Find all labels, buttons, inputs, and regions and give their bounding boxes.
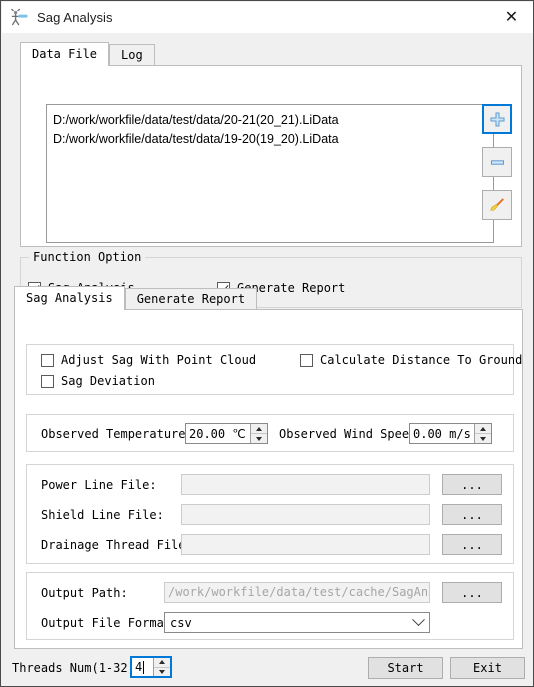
exit-button[interactable]: Exit [450, 657, 525, 679]
output-file-format-label: Output File Format: [41, 616, 179, 630]
threads-num-label: Threads Num(1-32): [12, 661, 143, 675]
spinner-down-button[interactable] [251, 434, 267, 443]
spinner-buttons[interactable] [474, 424, 491, 443]
observed-temperature-spinner[interactable]: 20.00 ℃ [185, 423, 268, 444]
output-file-format-value: csv [170, 615, 192, 630]
shield-line-file-input[interactable] [181, 504, 430, 525]
line-files-group: Power Line File: ... Shield Line File: .… [26, 464, 514, 564]
sag-analysis-window: Sag Analysis ✕ Data File Log D:/work/wor… [0, 0, 534, 687]
caret-down-icon [256, 436, 262, 441]
window-title: Sag Analysis [37, 10, 113, 25]
close-button[interactable]: ✕ [489, 2, 533, 33]
observed-temperature-value: 20.00 ℃ [189, 426, 246, 441]
output-path-input[interactable]: /work/workfile/data/test/cache/SagAnalys… [164, 582, 430, 603]
checkbox-box [41, 353, 54, 367]
tab-sag-analysis[interactable]: Sag Analysis [14, 286, 125, 310]
checkbox-sag-deviation[interactable]: Sag Deviation [41, 374, 155, 388]
title-bar: Sag Analysis ✕ [2, 2, 533, 33]
tab-log[interactable]: Log [109, 44, 155, 66]
caret-down-icon [480, 436, 486, 441]
checkbox-box [300, 353, 313, 367]
data-file-panel: D:/work/workfile/data/test/data/20-21(20… [20, 65, 522, 247]
caret-up-icon [159, 660, 165, 665]
output-group: Output Path: /work/workfile/data/test/ca… [26, 572, 514, 640]
drainage-thread-file-browse-button[interactable]: ... [442, 534, 502, 555]
spinner-buttons[interactable] [250, 424, 267, 443]
checkbox-calculate-distance-to-ground[interactable]: Calculate Distance To Ground [300, 353, 522, 367]
add-file-button[interactable] [482, 104, 512, 134]
spinner-up-button[interactable] [251, 424, 267, 434]
threads-num-value: 4 [135, 660, 143, 674]
checkbox-box [41, 374, 54, 388]
caret-down-icon [159, 669, 165, 674]
power-line-file-label: Power Line File: [41, 478, 157, 492]
sag-analysis-app-icon [9, 8, 29, 28]
outer-tabbar: Data File Log [20, 42, 155, 66]
chevron-down-icon [407, 613, 429, 627]
checkbox-label: Adjust Sag With Point Cloud [61, 353, 257, 367]
threads-num-spinner[interactable]: 4 [130, 656, 172, 678]
checkbox-label: Sag Deviation [61, 374, 155, 388]
power-line-file-input[interactable] [181, 474, 430, 495]
drainage-thread-file-input[interactable] [181, 534, 430, 555]
threads-num-input[interactable]: 4 [132, 658, 153, 676]
inner-tabbar: Sag Analysis Generate Report [14, 286, 258, 310]
start-button[interactable]: Start [368, 657, 443, 679]
observed-wind-speed-value: 0.00 m/s [413, 426, 471, 441]
observed-temperature-label: Observed Temperature: [41, 427, 193, 441]
plus-icon [490, 112, 504, 126]
tab-data-file[interactable]: Data File [20, 42, 110, 66]
brush-icon [489, 198, 504, 212]
analysis-options-group: Adjust Sag With Point Cloud Calculate Di… [26, 344, 522, 395]
observed-wind-speed-spinner[interactable]: 0.00 m/s [409, 423, 492, 444]
checkbox-adjust-sag-with-point-cloud[interactable]: Adjust Sag With Point Cloud [41, 353, 256, 367]
caret-up-icon [256, 426, 262, 431]
observed-wind-speed-label: Observed Wind Speed: [279, 427, 424, 441]
shield-line-file-browse-button[interactable]: ... [442, 504, 502, 525]
spinner-down-button[interactable] [154, 668, 170, 677]
tab-generate-report[interactable]: Generate Report [124, 288, 258, 310]
shield-line-file-label: Shield Line File: [41, 508, 164, 522]
function-option-title: Function Option [29, 250, 146, 264]
close-icon: ✕ [504, 8, 519, 26]
caret-up-icon [480, 426, 486, 431]
list-item[interactable]: D:/work/workfile/data/test/data/20-21(20… [53, 111, 493, 130]
list-item[interactable]: D:/work/workfile/data/test/data/19-20(19… [53, 130, 493, 149]
clear-files-button[interactable] [482, 190, 512, 220]
power-line-file-browse-button[interactable]: ... [442, 474, 502, 495]
file-list[interactable]: D:/work/workfile/data/test/data/20-21(20… [46, 104, 494, 243]
minus-icon [490, 159, 504, 165]
output-path-browse-button[interactable]: ... [442, 582, 502, 603]
spinner-down-button[interactable] [475, 434, 491, 443]
text-caret [143, 660, 145, 674]
spinner-up-button[interactable] [475, 424, 491, 434]
remove-file-button[interactable] [482, 147, 512, 177]
spinner-up-button[interactable] [154, 658, 170, 668]
spinner-buttons[interactable] [153, 658, 170, 676]
output-file-format-select[interactable]: csv [164, 612, 430, 633]
checkbox-label: Calculate Distance To Ground [320, 353, 523, 367]
drainage-thread-file-label: Drainage Thread File: [41, 538, 193, 552]
sag-analysis-panel: Adjust Sag With Point Cloud Calculate Di… [14, 309, 523, 649]
output-path-label: Output Path: [41, 586, 128, 600]
client-area: Data File Log D:/work/workfile/data/test… [2, 33, 533, 686]
observed-values-group: Observed Temperature: 20.00 ℃ Observed W… [26, 414, 514, 452]
